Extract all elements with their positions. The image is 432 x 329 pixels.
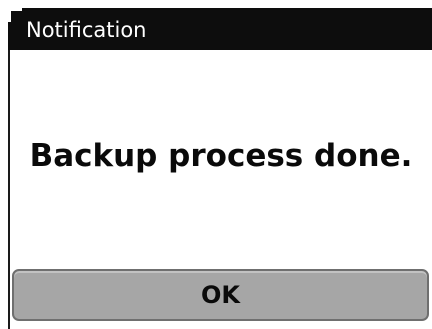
notification-dialog: Notification Backup process done. OK bbox=[0, 0, 432, 329]
titlebar-corner-mark-top bbox=[8, 8, 22, 11]
dialog-title: Notification bbox=[26, 18, 147, 42]
dialog-message: Backup process done. bbox=[29, 138, 413, 174]
ok-button[interactable]: OK bbox=[12, 269, 429, 321]
dialog-left-border bbox=[8, 50, 10, 329]
